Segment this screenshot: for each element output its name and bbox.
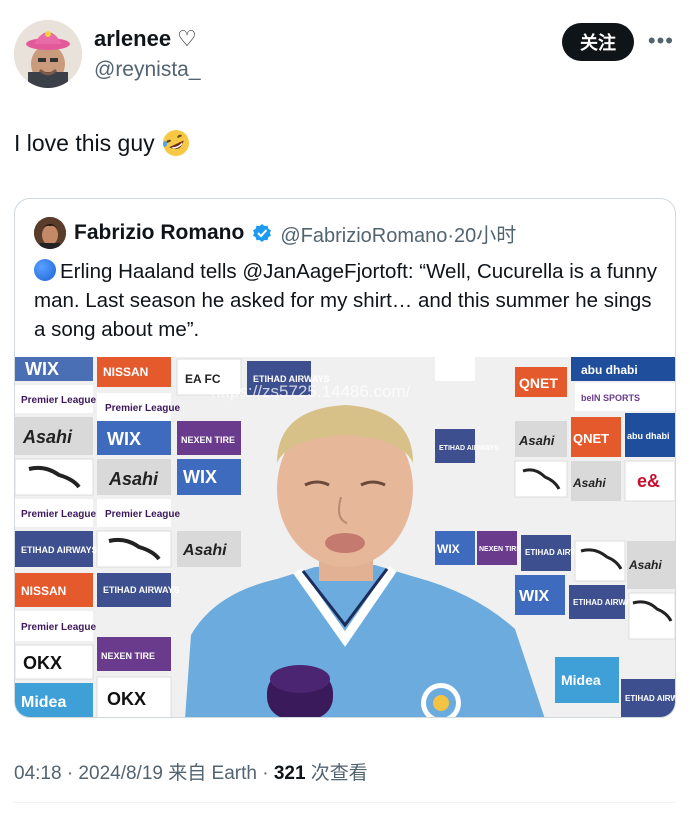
author-avatar[interactable]: [14, 20, 82, 88]
board-abudhabi-2: abu dhabi: [627, 431, 670, 441]
board-wix-3: WIX: [183, 467, 217, 487]
blue-circle-emoji-icon: [34, 259, 56, 281]
board-nissan-2: NISSAN: [21, 584, 66, 598]
quoted-text: Erling Haaland tells @JanAageFjortoft: “…: [34, 260, 657, 341]
board-midea-1: Midea: [21, 694, 66, 711]
quoted-text-block: Erling Haaland tells @JanAageFjortoft: “…: [34, 257, 664, 344]
board-asahi-3: Asahi: [182, 542, 227, 559]
board-wix-2: WIX: [107, 429, 141, 449]
board-wix: WIX: [25, 359, 59, 379]
follow-button[interactable]: 关注: [562, 23, 634, 61]
board-nissan: NISSAN: [103, 365, 148, 379]
author-display-name[interactable]: arlenee: [94, 26, 171, 52]
board-pl-1: Premier League: [21, 395, 96, 406]
quoted-author-avatar[interactable]: [34, 217, 66, 249]
board-bein: beIN SPORTS: [581, 393, 640, 403]
more-options-icon[interactable]: •••: [648, 28, 674, 54]
divider: [14, 802, 676, 803]
tweet-text: I love this guy: [14, 129, 155, 156]
tweet-meta: 04:18 · 2024/8/19 来自 Earth · 321 次查看: [14, 758, 368, 785]
board-abudhabi-1: abu dhabi: [581, 363, 638, 377]
microphone: [267, 665, 333, 717]
views-label: 次查看: [305, 763, 368, 784]
board-pl-4: Premier League: [105, 509, 180, 520]
tweet-header: arlenee ♡ @reynista_ 关注 •••: [14, 20, 676, 90]
quoted-tweet-card[interactable]: Fabrizio Romano @FabrizioRomano·20小时 Erl…: [14, 198, 676, 718]
photo-watermark: https://zs5725.14486.com/: [211, 382, 411, 401]
interview-photo[interactable]: WIX NISSAN EA FC ETIHAD AIRWAYS Premier …: [15, 357, 675, 718]
quoted-author-name[interactable]: Fabrizio Romano: [74, 221, 244, 245]
views-count: 321: [273, 763, 306, 784]
board-qnet-1: QNET: [519, 375, 558, 391]
board-etihad-4: ETIHAD AIRWAYS: [439, 445, 499, 452]
board-asahi-2: Asahi: [108, 469, 159, 489]
board-etihad-2: ETIHAD AIRWAYS: [21, 545, 98, 555]
board-wix-4: WIX: [437, 542, 460, 556]
heart-icon: ♡: [177, 26, 197, 51]
board-etihad-7: ETIHAD AIRWAYS: [625, 694, 675, 703]
board-pl-2: Premier League: [105, 403, 180, 414]
board-pl-5: Premier League: [21, 622, 96, 633]
board-qnet-2: QNET: [573, 431, 609, 446]
board-nexen-2: NEXEN TIRE: [101, 651, 155, 661]
tweet-timestamp[interactable]: 04:18 · 2024/8/19 来自 Earth ·: [14, 763, 274, 784]
author-handle[interactable]: @reynista_: [94, 58, 201, 82]
tweet-body: I love this guy: [14, 128, 191, 158]
board-asahi-4: Asahi: [518, 433, 555, 448]
board-midea-2: Midea: [561, 672, 601, 688]
rolling-laughing-emoji-icon: [162, 130, 189, 156]
board-wix-5: WIX: [519, 588, 550, 605]
svg-text:e&: e&: [637, 471, 660, 491]
board-asahi-6: Asahi: [628, 558, 662, 572]
quoted-handle-time[interactable]: @FabrizioRomano·20小时: [280, 219, 516, 248]
board-pl-3: Premier League: [21, 509, 96, 520]
verified-badge-icon: [253, 224, 272, 242]
board-asahi-1: Asahi: [22, 427, 73, 447]
board-okx-2: OKX: [107, 689, 146, 709]
board-nexen-3: NEXEN TIRE: [479, 546, 521, 553]
board-etihad-3: ETIHAD AIRWAYS: [103, 585, 180, 595]
board-nexen-1: NEXEN TIRE: [181, 435, 235, 445]
board-okx-1: OKX: [23, 653, 62, 673]
board-asahi-5: Asahi: [572, 476, 606, 490]
